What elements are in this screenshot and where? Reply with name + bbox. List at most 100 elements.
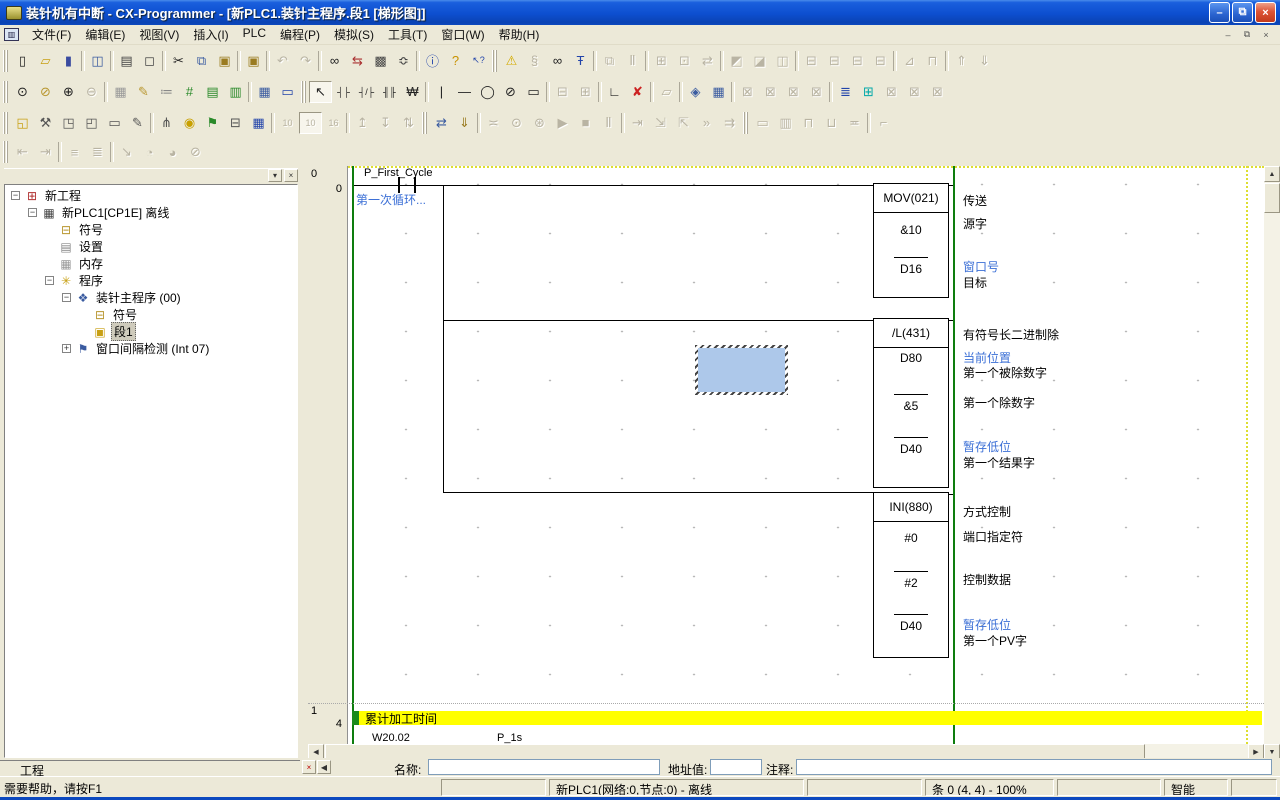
- show-rung-comments-button[interactable]: ✎: [132, 81, 155, 103]
- program-protect-button[interactable]: ⇄: [696, 50, 719, 72]
- fast-forward-button[interactable]: »: [695, 112, 718, 134]
- show-grid-button[interactable]: ▦: [109, 81, 132, 103]
- tree-item-8[interactable]: ⊟符号: [5, 306, 297, 323]
- collapse-expander[interactable]: −: [11, 191, 20, 200]
- run-to-end-button[interactable]: ⇉: [718, 112, 741, 134]
- new-instruction-button[interactable]: ▭: [522, 81, 545, 103]
- mdi-child-icon[interactable]: ▥: [4, 28, 19, 41]
- expand-expander[interactable]: +: [62, 344, 71, 353]
- selection-rectangle[interactable]: [695, 345, 788, 395]
- zoom-to-fit-button[interactable]: ⊙: [11, 81, 34, 103]
- menu-6[interactable]: 编程(P): [273, 24, 327, 45]
- find-report-button[interactable]: ∞: [546, 50, 569, 72]
- undo-button[interactable]: ↶: [271, 50, 294, 72]
- mdi-close-button[interactable]: ×: [1258, 28, 1274, 42]
- panel-close-button[interactable]: ×: [284, 169, 298, 182]
- cut-button[interactable]: ✂: [167, 50, 190, 72]
- pause-monitor-5-button[interactable]: ≖: [843, 112, 866, 134]
- vertical-line-tool-button[interactable]: |: [430, 81, 453, 103]
- simulation-grid-button[interactable]: ▦: [707, 81, 730, 103]
- mode-stop-button[interactable]: ■: [574, 112, 597, 134]
- outdent-rung-button[interactable]: ⇥: [34, 141, 57, 163]
- edit-symbol-4-button[interactable]: ⊠: [805, 81, 828, 103]
- new-expansion-button[interactable]: ⊞: [574, 81, 597, 103]
- menu-8[interactable]: 工具(T): [381, 24, 434, 45]
- pause-monitor-4-button[interactable]: ⊔: [820, 112, 843, 134]
- online-copy-button[interactable]: ⧉: [598, 50, 621, 72]
- word-monitor-1-button[interactable]: ⊟: [800, 50, 823, 72]
- instruction-block-MOV021[interactable]: MOV(021)&10D16: [873, 183, 949, 298]
- transfer-options-button[interactable]: Ŧ: [569, 50, 592, 72]
- address-input[interactable]: [710, 759, 762, 775]
- monitor-window-button[interactable]: ◩: [725, 50, 748, 72]
- tree-item-10[interactable]: +⚑窗口间隔检测 (Int 07): [5, 340, 297, 357]
- compile-program-button[interactable]: ⚠: [500, 50, 523, 72]
- operand[interactable]: D80: [874, 351, 948, 365]
- display-signed-decimal-button[interactable]: 10: [299, 112, 322, 134]
- collapse-expander[interactable]: −: [28, 208, 37, 217]
- program-check-button[interactable]: ⊞: [650, 50, 673, 72]
- mdi-minimize-button[interactable]: –: [1220, 28, 1236, 42]
- program-usage-button[interactable]: ⊡: [673, 50, 696, 72]
- tree-item-6[interactable]: −✳程序: [5, 272, 297, 289]
- monitor-data-button[interactable]: ◪: [748, 50, 771, 72]
- force-set-button[interactable]: ⇑: [950, 50, 973, 72]
- print-preview-button[interactable]: ◻: [138, 50, 161, 72]
- step-out-button[interactable]: ⇱: [672, 112, 695, 134]
- step-into-button[interactable]: ⇲: [649, 112, 672, 134]
- mode-program-button[interactable]: ⊙: [505, 112, 528, 134]
- open-project-button[interactable]: ▱: [34, 50, 57, 72]
- menu-5[interactable]: PLC: [236, 24, 273, 45]
- paste-rung-button[interactable]: ▣: [242, 50, 265, 72]
- align-lines-button[interactable]: ≡: [63, 141, 86, 163]
- info-close-button[interactable]: ×: [302, 760, 316, 774]
- redo-button[interactable]: ↷: [294, 50, 317, 72]
- io-table-button[interactable]: ▦: [247, 112, 270, 134]
- new-file-button[interactable]: ▯: [11, 50, 34, 72]
- menu-9[interactable]: 窗口(W): [434, 24, 491, 45]
- window-option-3-button[interactable]: ⊠: [926, 81, 949, 103]
- mode-run-button[interactable]: ▶: [551, 112, 574, 134]
- help-topics-button[interactable]: ?: [444, 50, 467, 72]
- menu-10[interactable]: 帮助(H): [492, 24, 547, 45]
- new-closed-contact-button[interactable]: ┤/├: [355, 81, 378, 103]
- menu-2[interactable]: 编辑(E): [78, 24, 132, 45]
- operand[interactable]: D40: [874, 442, 948, 456]
- tree-item-3[interactable]: ⊟符号: [5, 221, 297, 238]
- build-tool-button[interactable]: ⚒: [34, 112, 57, 134]
- operand[interactable]: &10: [874, 223, 948, 237]
- instruction-block-L431[interactable]: /L(431)D80&5D40: [873, 318, 949, 488]
- move-sort-button[interactable]: ⇅: [397, 112, 420, 134]
- new-inverted-instruction-button[interactable]: ⊟: [551, 81, 574, 103]
- collapse-expander[interactable]: −: [62, 293, 71, 302]
- window-float-button[interactable]: ▭: [103, 112, 126, 134]
- panel-pin-button[interactable]: ▾: [268, 169, 282, 182]
- new-or-closed-contact-button[interactable]: ₩: [401, 81, 424, 103]
- compare-with-plc-button[interactable]: ≍: [482, 112, 505, 134]
- output-window-button[interactable]: ⊟: [224, 112, 247, 134]
- horizontal-line-tool-button[interactable]: —: [453, 81, 476, 103]
- step-trace-button[interactable]: ⊿: [898, 50, 921, 72]
- layers-button[interactable]: ◈: [684, 81, 707, 103]
- rung1-contact2-label[interactable]: P_1s: [497, 732, 522, 744]
- scroll-up-button[interactable]: ▲: [1264, 166, 1280, 182]
- save-project-button[interactable]: ▮: [57, 50, 80, 72]
- vertical-scroll-thumb[interactable]: [1264, 183, 1280, 213]
- restore-button[interactable]: ⧉: [1232, 2, 1253, 23]
- show-monitor-data-button[interactable]: #: [178, 81, 201, 103]
- new-closed-coil-button[interactable]: ⊘: [499, 81, 522, 103]
- tree-item-9[interactable]: ▣段1: [5, 323, 297, 340]
- move-down-button[interactable]: ↧: [374, 112, 397, 134]
- zoom-percent-1-button[interactable]: ◔: [138, 141, 161, 163]
- replace-button[interactable]: ⇆: [346, 50, 369, 72]
- print-button[interactable]: ▤: [115, 50, 138, 72]
- time-chart-button[interactable]: ⊓: [921, 50, 944, 72]
- mode-monitor-button[interactable]: ⊛: [528, 112, 551, 134]
- select-tool-button[interactable]: ↖: [309, 81, 332, 103]
- info-collapse-button[interactable]: ◀: [317, 760, 331, 774]
- find-next-button[interactable]: ≎: [392, 50, 415, 72]
- display-decimal-button[interactable]: 10: [276, 112, 299, 134]
- select-percent-button[interactable]: ↘: [115, 141, 138, 163]
- tree-item-1[interactable]: −⊞新工程: [5, 187, 297, 204]
- zoom-out-button[interactable]: ⊖: [80, 81, 103, 103]
